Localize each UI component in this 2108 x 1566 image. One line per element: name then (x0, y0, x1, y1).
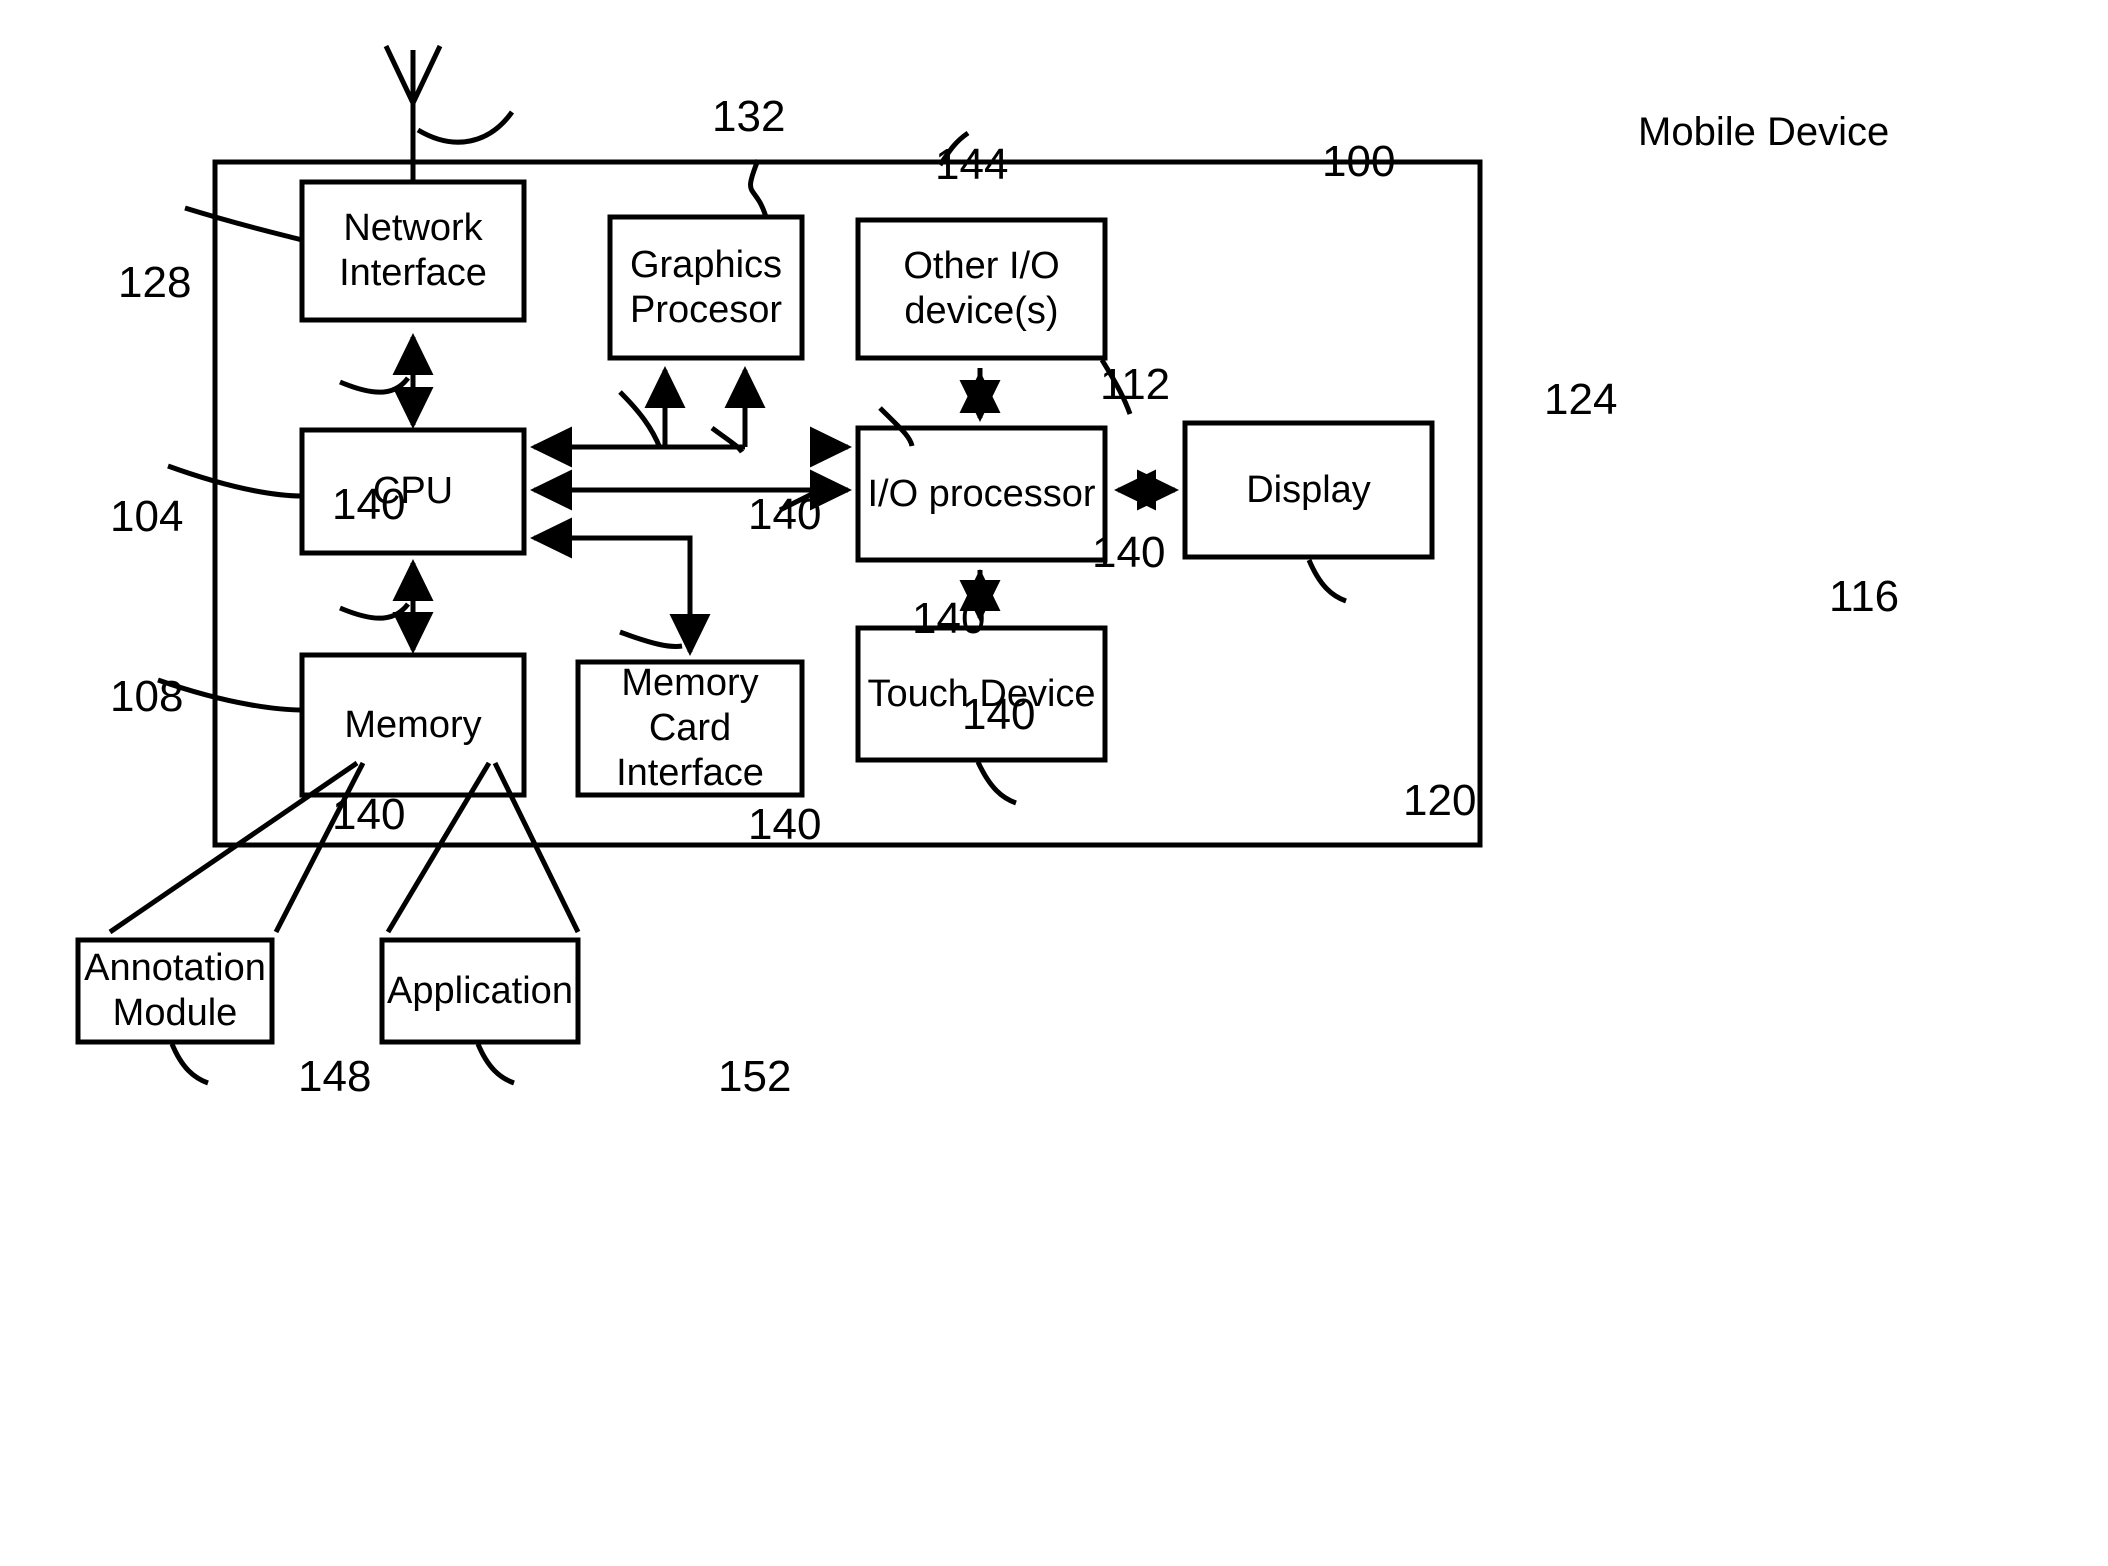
box-other-io-devices (855, 217, 1108, 361)
diagram-vector-layer (75, 44, 1483, 1086)
mobile-device-label: Mobile Device (1638, 110, 1890, 154)
box-io-processor (855, 425, 1108, 563)
box-touch-device (855, 625, 1108, 763)
box-cpu (299, 427, 527, 556)
leader-116 (1306, 559, 1347, 604)
leader-132 (416, 110, 515, 145)
mobile-device-boundary (212, 159, 1483, 848)
figure-canvas: Network Interface Graphics Procesor Othe… (0, 0, 2108, 1566)
leader-140-io-mid (778, 487, 822, 513)
leader-104 (167, 463, 303, 499)
leader-140-memcard (619, 629, 683, 649)
leader-124 (1099, 358, 1133, 415)
box-application (379, 937, 581, 1045)
box-graphics-processor (607, 214, 805, 361)
box-network-interface (299, 179, 527, 323)
leader-108 (157, 677, 303, 713)
leader-144 (748, 159, 769, 218)
leader-140-cpu-mem (339, 602, 410, 621)
connector-cpu-graphics-processor (529, 365, 766, 468)
leader-140-ni-cpu (339, 376, 410, 395)
leader-128 (184, 205, 303, 243)
connector-memory-card-interface-cpu (529, 517, 711, 657)
box-display (1182, 420, 1435, 560)
box-memory (299, 652, 527, 798)
leader-148 (169, 1043, 209, 1086)
box-annotation-module (75, 937, 275, 1045)
leader-152 (475, 1043, 515, 1086)
leader-120 (975, 760, 1017, 806)
box-memory-card-interface (575, 659, 805, 798)
leader-140-gpu-l (618, 390, 663, 449)
